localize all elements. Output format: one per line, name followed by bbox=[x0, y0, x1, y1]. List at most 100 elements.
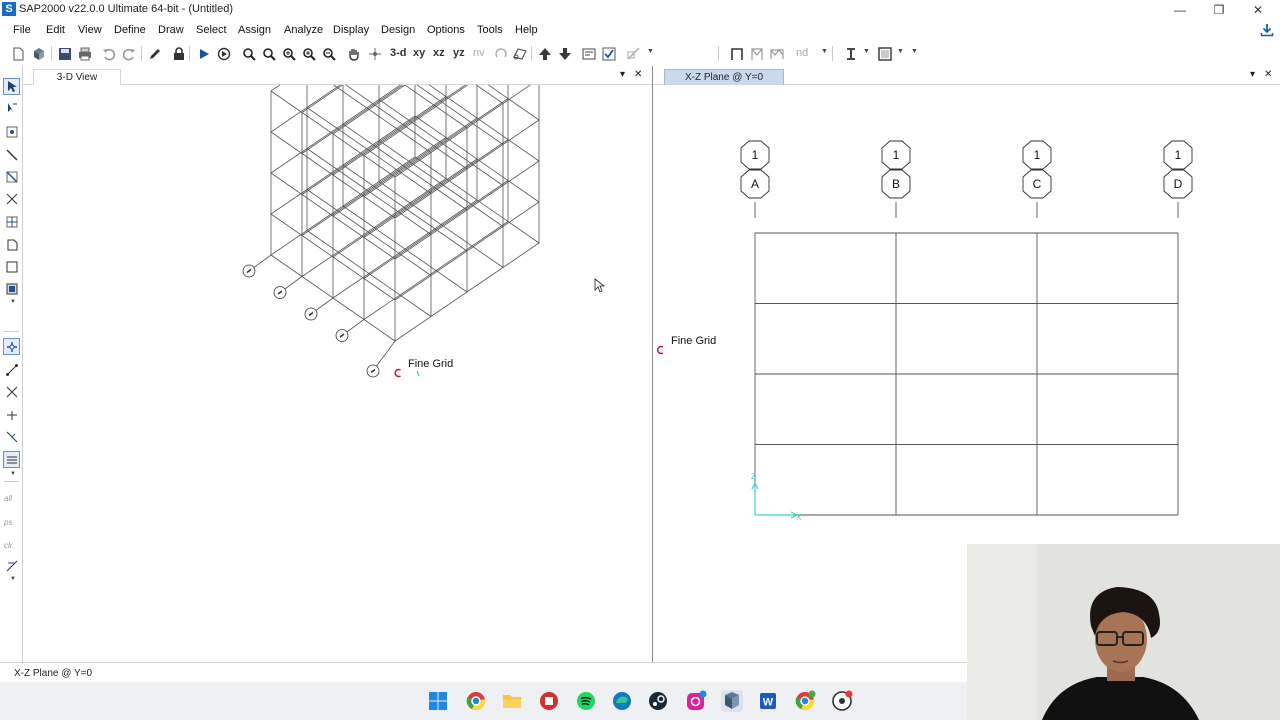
tab-close-icon[interactable]: ✕ bbox=[634, 69, 642, 80]
zoom-window-icon[interactable] bbox=[240, 45, 257, 62]
view-xz-button[interactable]: xz bbox=[433, 47, 445, 59]
grid-bubble-c[interactable]: 1 C bbox=[1022, 140, 1052, 199]
nd-dropdown-icon[interactable]: ▼ bbox=[821, 48, 828, 55]
view-3d-button[interactable]: 3-d bbox=[390, 47, 407, 59]
draw-tools-dropdown-icon[interactable]: ▼ bbox=[10, 299, 16, 305]
intersect-line-select-icon[interactable] bbox=[3, 557, 20, 574]
steam-icon[interactable] bbox=[647, 690, 669, 712]
pointer-select-icon[interactable] bbox=[3, 78, 20, 95]
menu-draw[interactable]: Draw bbox=[158, 24, 184, 36]
draw-brace-icon[interactable] bbox=[3, 190, 20, 207]
draw-poly-area-icon[interactable] bbox=[3, 236, 20, 253]
draw-rect-area-icon[interactable] bbox=[3, 258, 20, 275]
grid-bubble-a[interactable]: 1 A bbox=[740, 140, 770, 199]
sap2000-taskbar-icon[interactable] bbox=[721, 690, 743, 712]
open-icon[interactable] bbox=[30, 45, 47, 62]
section-dropdown-icon[interactable]: ▼ bbox=[863, 48, 870, 55]
pencil-icon[interactable] bbox=[146, 45, 163, 62]
menu-tools[interactable]: Tools bbox=[477, 24, 503, 36]
menu-help[interactable]: Help bbox=[515, 24, 538, 36]
view-3d-canvas[interactable]: Fine Grid bbox=[23, 85, 652, 662]
chrome-profile-icon[interactable] bbox=[795, 690, 817, 712]
menu-options[interactable]: Options bbox=[427, 24, 465, 36]
snap-grid-icon[interactable] bbox=[3, 451, 20, 468]
sap2000-app-icon[interactable]: S bbox=[2, 2, 16, 16]
view-xy-button[interactable]: xy bbox=[413, 47, 425, 59]
edge-icon[interactable] bbox=[611, 690, 633, 712]
reshape-icon[interactable] bbox=[3, 100, 20, 117]
tab-menu-chevron-icon[interactable]: ▾ bbox=[1250, 69, 1255, 80]
close-button[interactable]: ✕ bbox=[1238, 0, 1278, 20]
section-i-beam-icon[interactable] bbox=[842, 45, 859, 62]
area-dropdown-icon[interactable]: ▼ bbox=[897, 48, 904, 55]
draw-truss-icon[interactable] bbox=[768, 45, 785, 62]
spotify-icon[interactable] bbox=[575, 690, 597, 712]
redo-icon[interactable] bbox=[120, 45, 137, 62]
area-section-icon[interactable] bbox=[876, 45, 893, 62]
app-red-icon[interactable] bbox=[538, 690, 560, 712]
tab-xz-plane[interactable]: X-Z Plane @ Y=0 bbox=[664, 69, 784, 85]
quick-draw-brace-icon[interactable] bbox=[3, 213, 20, 230]
minimize-button[interactable]: — bbox=[1160, 0, 1200, 20]
perspective-icon[interactable] bbox=[511, 45, 528, 62]
restore-button[interactable]: ❐ bbox=[1199, 0, 1239, 20]
node-label-toggle[interactable]: nd bbox=[796, 47, 808, 59]
dimension-tool-icon[interactable] bbox=[625, 45, 642, 62]
tab-menu-chevron-icon[interactable]: ▾ bbox=[620, 69, 625, 80]
obs-icon[interactable] bbox=[832, 690, 854, 712]
tab-close-icon[interactable]: ✕ bbox=[1264, 69, 1272, 80]
menu-analyze[interactable]: Analyze bbox=[284, 24, 323, 36]
draw-frame-icon[interactable] bbox=[728, 45, 745, 62]
lock-icon[interactable] bbox=[170, 45, 187, 62]
grid-bubble-b[interactable]: 1 B bbox=[881, 140, 911, 199]
menu-design[interactable]: Design bbox=[381, 24, 415, 36]
zoom-in-step-icon[interactable] bbox=[300, 45, 317, 62]
rotate-view-icon[interactable] bbox=[492, 45, 509, 62]
view-yz-button[interactable]: yz bbox=[453, 47, 465, 59]
run-analysis-icon[interactable] bbox=[195, 45, 212, 62]
snap-ends-icon[interactable] bbox=[3, 361, 20, 378]
menu-display[interactable]: Display bbox=[333, 24, 369, 36]
menu-select[interactable]: Select bbox=[196, 24, 227, 36]
windows-start-icon[interactable] bbox=[427, 690, 449, 712]
menu-edit[interactable]: Edit bbox=[46, 24, 65, 36]
snap-lines-icon[interactable] bbox=[3, 428, 20, 445]
quick-draw-frame-icon[interactable] bbox=[3, 168, 20, 185]
grid-bubble-d[interactable]: 1 D bbox=[1163, 140, 1193, 199]
dimension-dropdown-icon[interactable]: ▼ bbox=[647, 48, 654, 55]
file-explorer-icon[interactable] bbox=[501, 690, 523, 712]
run-now-icon[interactable] bbox=[215, 45, 232, 62]
check-icon[interactable] bbox=[600, 45, 617, 62]
draw-bracing-icon[interactable] bbox=[748, 45, 765, 62]
word-icon[interactable]: W bbox=[757, 690, 779, 712]
save-icon[interactable] bbox=[56, 45, 73, 62]
snap-points-icon[interactable] bbox=[3, 338, 20, 355]
undo-icon[interactable] bbox=[100, 45, 117, 62]
pan-hand-icon[interactable] bbox=[345, 45, 362, 62]
select-dropdown-icon[interactable]: ▼ bbox=[10, 576, 16, 582]
menu-define[interactable]: Define bbox=[114, 24, 146, 36]
zoom-in-icon[interactable] bbox=[280, 45, 297, 62]
menu-assign[interactable]: Assign bbox=[238, 24, 271, 36]
chrome-icon[interactable] bbox=[465, 690, 487, 712]
view-3d-panel[interactable]: 3-D View ▾ ✕ Fine Grid bbox=[23, 66, 652, 662]
snap-perpendicular-icon[interactable] bbox=[3, 406, 20, 423]
menu-file[interactable]: File bbox=[13, 24, 31, 36]
snap-dropdown-icon[interactable]: ▼ bbox=[10, 471, 16, 477]
view-nv-button[interactable]: nv bbox=[473, 47, 485, 59]
select-all-button[interactable]: all bbox=[4, 494, 12, 503]
download-icon[interactable] bbox=[1260, 23, 1274, 37]
display-options-icon[interactable] bbox=[580, 45, 597, 62]
instagram-icon[interactable] bbox=[685, 690, 707, 712]
new-model-icon[interactable] bbox=[10, 45, 27, 62]
rotate-3d-icon[interactable] bbox=[366, 45, 383, 62]
tab-3d-view[interactable]: 3-D View bbox=[33, 69, 121, 85]
draw-frame-line-icon[interactable] bbox=[3, 146, 20, 163]
quick-draw-area-icon[interactable] bbox=[3, 280, 20, 297]
more-tools-dropdown-icon[interactable]: ▼ bbox=[911, 48, 918, 55]
previous-select-button[interactable]: ps bbox=[4, 518, 12, 527]
draw-joint-icon[interactable] bbox=[3, 123, 20, 140]
menu-view[interactable]: View bbox=[78, 24, 102, 36]
move-up-icon[interactable] bbox=[536, 45, 553, 62]
snap-intersections-icon[interactable] bbox=[3, 383, 20, 400]
